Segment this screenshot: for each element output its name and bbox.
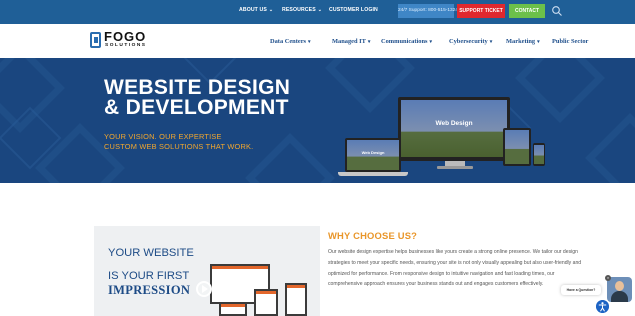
- search-icon[interactable]: [551, 5, 563, 17]
- mockup-tablet-small: [285, 283, 307, 316]
- topnav-customer-login[interactable]: CUSTOMER LOGIN: [329, 7, 378, 13]
- tablet-screen: [505, 130, 529, 164]
- chevron-down-icon: ▾: [537, 40, 540, 45]
- laptop-screen-label: Web Design: [361, 150, 385, 155]
- desktop-screen-label: Web Design: [435, 120, 473, 127]
- accessibility-icon[interactable]: [596, 300, 609, 313]
- chat-agent-avatar[interactable]: [607, 277, 632, 302]
- mockup-tablet: [254, 289, 278, 316]
- hero-title: WEBSITE DESIGN & DEVELOPMENT: [104, 76, 291, 119]
- tablet-image: [503, 128, 531, 166]
- laptop-screen: Web Design: [347, 140, 399, 170]
- main-header: FOGO SOLUTIONS Data Centers ▾ Managed IT ▾…: [0, 24, 635, 58]
- contact-button[interactable]: CONTACT: [509, 4, 545, 18]
- chevron-down-icon: ▾: [367, 40, 371, 45]
- desktop-screen: Web Design: [401, 100, 507, 157]
- desktop-monitor-image: Web Design: [398, 97, 510, 161]
- mockup-laptop: [219, 302, 247, 316]
- logo-wordmark: FOGO: [104, 29, 147, 44]
- avatar-head: [615, 281, 624, 291]
- nav-communications[interactable]: Communications ▾: [381, 38, 432, 45]
- why-choose-us-heading: WHY CHOOSE US?: [328, 230, 418, 241]
- topnav-resources[interactable]: RESOURCES ⌄: [282, 7, 322, 13]
- hero-title-line2: & DEVELOPMENT: [104, 96, 289, 119]
- nav-communications-label: Communications: [381, 38, 428, 45]
- nav-data-centers[interactable]: Data Centers ▾: [270, 38, 311, 45]
- logo-mark-icon: [90, 32, 101, 48]
- topnav-about-us[interactable]: ABOUT US ⌄: [239, 7, 273, 13]
- hero-subtitle-line2: CUSTOM WEB SOLUTIONS THAT WORK.: [104, 141, 254, 151]
- chevron-down-icon: ▾: [308, 40, 311, 45]
- support-phone-link[interactable]: 24/7 Support: 800-515-1324: [398, 4, 458, 18]
- phone-image: [533, 143, 545, 166]
- chevron-down-icon: ⌄: [268, 7, 274, 13]
- fogo-solutions-logo[interactable]: FOGO SOLUTIONS: [90, 29, 160, 51]
- laptop-base: [338, 172, 408, 176]
- nav-managed-it-label: Managed IT: [332, 38, 366, 45]
- nav-data-centers-label: Data Centers: [270, 38, 307, 45]
- avatar-body: [611, 291, 628, 302]
- chevron-down-icon: ⌄: [317, 7, 323, 13]
- chat-prompt-bubble[interactable]: Have a Question?: [561, 285, 601, 295]
- hero-subtitle-line1: YOUR VISION. OUR EXPERTISE: [104, 132, 222, 141]
- card-headline-line3: IMPRESSION: [108, 283, 191, 297]
- mockup-header-bar: [212, 266, 268, 269]
- hero-title-line1: WEBSITE DESIGN: [104, 76, 291, 99]
- nav-managed-it[interactable]: Managed IT ▾: [332, 38, 370, 45]
- logo-subtitle: SOLUTIONS: [105, 43, 147, 48]
- monitor-base: [437, 166, 473, 169]
- nav-cybersecurity-label: Cybersecurity: [449, 38, 488, 45]
- nav-public-sector[interactable]: Public Sector: [552, 38, 588, 45]
- card-headline-line1: YOUR WEBSITE: [108, 247, 194, 259]
- support-ticket-button[interactable]: SUPPORT TICKET: [457, 4, 505, 18]
- topnav-about-us-label: ABOUT US: [239, 7, 267, 13]
- topnav-resources-label: RESOURCES: [282, 7, 316, 13]
- close-icon[interactable]: ×: [605, 275, 611, 281]
- mockup-header-bar: [221, 304, 245, 307]
- play-video-button[interactable]: [196, 281, 212, 297]
- mockup-header-bar: [256, 291, 276, 294]
- why-choose-us-body: Our website design expertise helps busin…: [328, 249, 582, 288]
- laptop-image: Web Design: [345, 138, 401, 172]
- mockup-header-bar: [287, 285, 305, 288]
- top-utility-bar: ABOUT US ⌄ RESOURCES ⌄ CUSTOMER LOGIN 24/7…: [0, 0, 635, 24]
- chevron-down-icon: ▾: [489, 40, 493, 45]
- nav-marketing-label: Marketing: [506, 38, 536, 45]
- phone-screen: [534, 145, 544, 164]
- chevron-down-icon: ▾: [429, 40, 433, 45]
- nav-marketing[interactable]: Marketing ▾: [506, 38, 540, 45]
- card-headline-line2: IS YOUR FIRST: [108, 270, 190, 282]
- nav-cybersecurity[interactable]: Cybersecurity ▾: [449, 38, 492, 45]
- hero-subtitle: YOUR VISION. OUR EXPERTISE CUSTOM WEB SO…: [104, 132, 253, 151]
